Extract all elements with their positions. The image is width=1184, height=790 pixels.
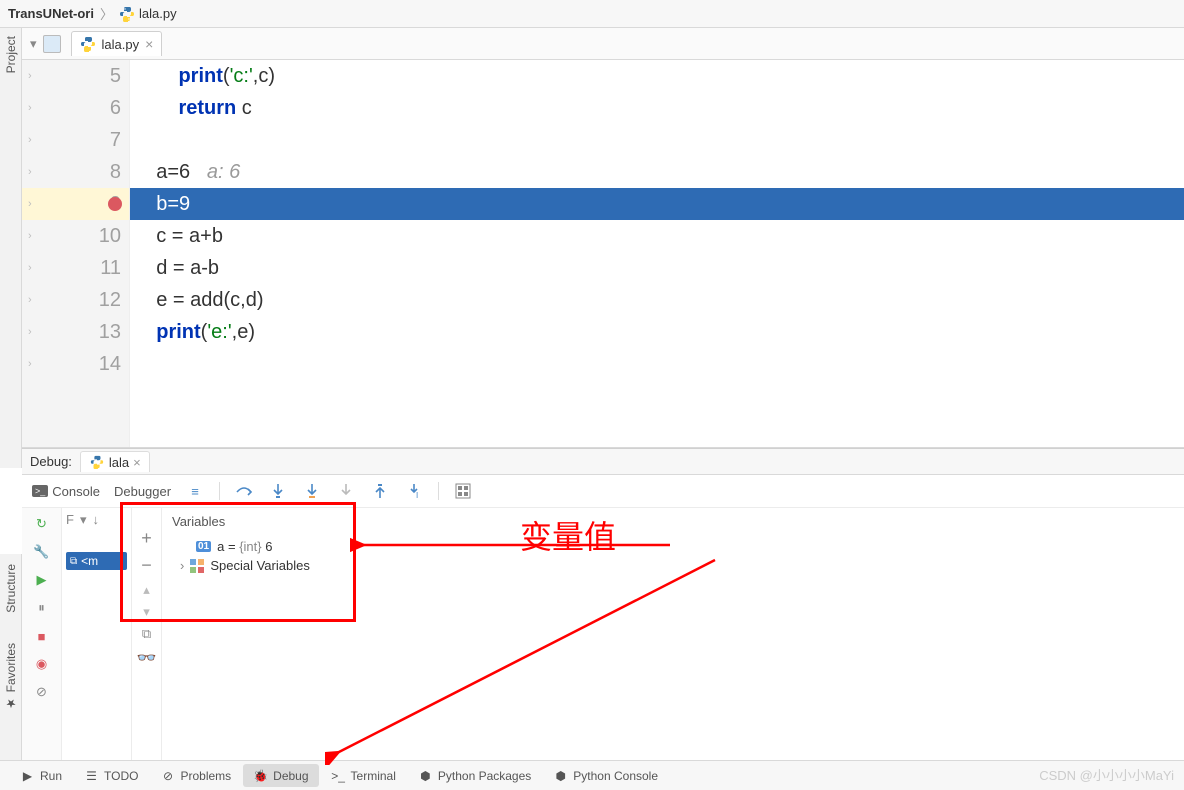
breadcrumb-root[interactable]: TransUNet-ori <box>8 6 94 21</box>
breadcrumb: TransUNet-ori 〉 lala.py <box>0 0 1184 28</box>
packages-icon: ⬢ <box>418 768 433 783</box>
variables-title: Variables <box>172 514 1174 529</box>
force-step-into-icon <box>336 481 356 501</box>
add-watch-icon[interactable]: + <box>141 528 152 549</box>
variables-panel: Variables 01 a = {int} 6 › Special Varia… <box>162 508 1184 760</box>
favorites-tool-button[interactable]: ★ Favorites <box>4 643 18 710</box>
evaluate-expression-icon[interactable] <box>453 481 473 501</box>
run-to-cursor-icon[interactable]: I <box>404 481 424 501</box>
list-icon: ☰ <box>84 768 99 783</box>
project-tool-button[interactable]: Project <box>4 32 18 77</box>
code-editor[interactable]: ›5›6›7›8›9›10›11›12›13›14 print('c:',c) … <box>22 60 1184 447</box>
bottom-bar: ▶Run ☰TODO ⊘Problems 🐞Debug >_Terminal ⬢… <box>0 760 1184 790</box>
svg-text:I: I <box>416 491 418 500</box>
step-into-my-code-icon[interactable] <box>302 481 322 501</box>
debug-toolbar: >_Console Debugger ≡ I <box>22 475 1184 508</box>
python-console-tool-button[interactable]: ⬢Python Console <box>543 764 668 787</box>
breakpoint-icon[interactable] <box>108 197 122 211</box>
chevron-right-icon: 〉 <box>100 4 113 23</box>
glasses-icon[interactable]: 👓 <box>137 648 157 668</box>
vars-toolbar: + − ▴▾ ⧉ 👓 <box>132 508 162 760</box>
step-over-icon[interactable] <box>234 481 254 501</box>
tab-label: lala.py <box>102 37 140 52</box>
run-tool-button[interactable]: ▶Run <box>10 764 72 787</box>
toolstrip-square-icon[interactable] <box>43 35 61 53</box>
warning-icon: ⊘ <box>160 768 175 783</box>
copy-icon[interactable]: ⧉ <box>142 626 151 642</box>
python-console-icon: ⬢ <box>553 768 568 783</box>
stop-icon[interactable]: ■ <box>32 626 52 646</box>
rerun-icon[interactable]: ↻ <box>32 514 52 534</box>
variable-row[interactable]: 01 a = {int} 6 <box>196 537 1174 556</box>
special-vars-icon <box>190 559 204 573</box>
python-file-icon <box>80 36 96 52</box>
mute-breakpoints-icon[interactable]: ⊘ <box>32 682 52 702</box>
debug-panel: Debug: lala × >_Console Debugger ≡ I <box>22 448 1184 760</box>
frames-panel: F▾↓ ⧉<m <box>62 508 132 760</box>
console-tab[interactable]: >_Console <box>32 481 100 501</box>
problems-tool-button[interactable]: ⊘Problems <box>150 764 241 787</box>
editor-toolstrip: ▾ lala.py × <box>22 28 1184 60</box>
left-sidebar: Project <box>0 28 22 468</box>
wrench-icon[interactable]: 🔧 <box>32 542 52 562</box>
remove-watch-icon[interactable]: − <box>141 555 152 576</box>
resume-icon[interactable]: ▶ <box>32 570 52 590</box>
debug-tab-bar: Debug: lala × <box>22 449 1184 475</box>
pause-icon[interactable]: ⏸ <box>32 598 52 618</box>
todo-tool-button[interactable]: ☰TODO <box>74 764 148 787</box>
breadcrumb-file[interactable]: lala.py <box>119 6 177 22</box>
chevron-down-icon[interactable]: ▾ <box>30 36 37 52</box>
debug-panel-label: Debug: <box>30 454 72 469</box>
left-bottom-sidebar: Structure ★ Favorites <box>0 554 22 760</box>
threads-icon[interactable]: ≡ <box>185 481 205 501</box>
editor-tab[interactable]: lala.py × <box>71 31 163 56</box>
debug-run-controls: ↻ 🔧 ▶ ⏸ ■ ◉ ⊘ <box>22 508 62 760</box>
step-into-icon[interactable] <box>268 481 288 501</box>
close-icon[interactable]: × <box>133 455 141 470</box>
terminal-tool-button[interactable]: >_Terminal <box>321 764 406 787</box>
bug-icon: 🐞 <box>253 768 268 783</box>
structure-tool-button[interactable]: Structure <box>4 564 18 613</box>
debug-run-config-tab[interactable]: lala × <box>80 451 150 472</box>
python-file-icon <box>119 6 135 22</box>
packages-tool-button[interactable]: ⬢Python Packages <box>408 764 541 787</box>
play-icon: ▶ <box>20 768 35 783</box>
debugger-tab[interactable]: Debugger <box>114 481 171 501</box>
close-icon[interactable]: × <box>145 36 153 52</box>
frame-item[interactable]: ⧉<m <box>66 552 127 570</box>
view-breakpoints-icon[interactable]: ◉ <box>32 654 52 674</box>
int-type-icon: 01 <box>196 541 211 552</box>
special-variables-row[interactable]: › Special Variables <box>196 556 1174 575</box>
python-file-icon <box>89 454 105 470</box>
step-out-icon[interactable] <box>370 481 390 501</box>
terminal-icon: >_ <box>331 768 346 783</box>
debug-tool-button[interactable]: 🐞Debug <box>243 764 318 787</box>
watermark: CSDN @小小小小MaYi <box>1039 765 1174 784</box>
editor-area: ▾ lala.py × ›5›6›7›8›9›10›11›12›13›14 pr… <box>22 28 1184 448</box>
